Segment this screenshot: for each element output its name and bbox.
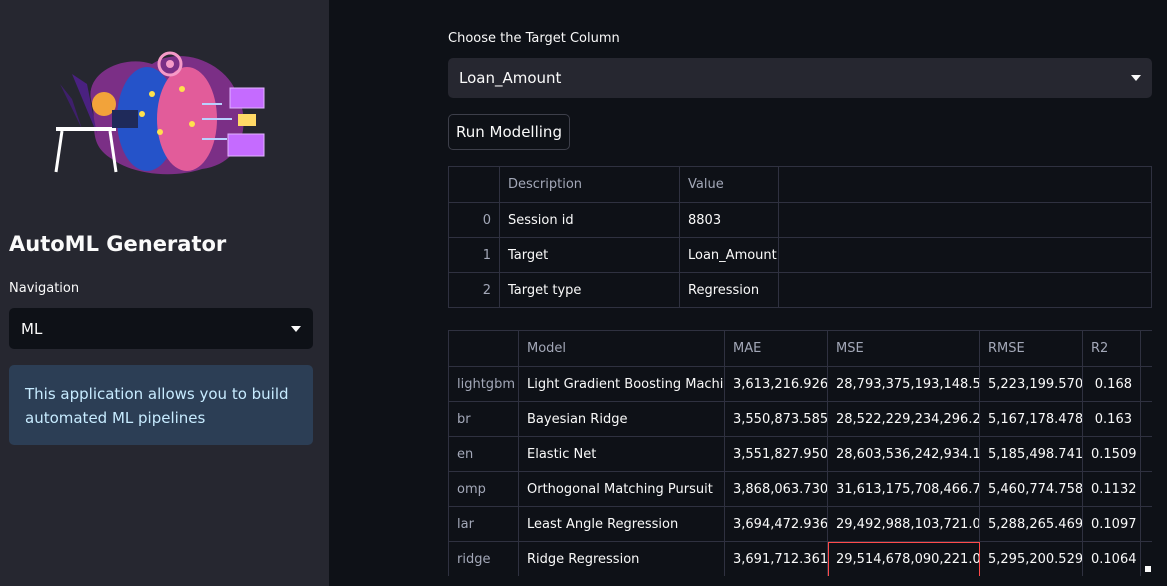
table-cell[interactable]: Least Angle Regression (518, 506, 725, 542)
info-box: This application allows you to build aut… (9, 365, 313, 445)
table-cell[interactable]: 5,167,178.4781 (979, 401, 1083, 437)
table-cell[interactable]: 5,295,200.5298 (979, 541, 1083, 576)
table-cell[interactable]: 5,460,774.7582 (979, 471, 1083, 507)
row-index: 1 (448, 237, 500, 273)
table-cell[interactable]: 0.1509 (1082, 436, 1141, 472)
table-row[interactable]: 0 Session id 8803 (448, 202, 1152, 238)
table-cell[interactable]: 28,522,229,234,296.27 (827, 401, 980, 437)
row-index: 0 (448, 202, 500, 238)
table-cell[interactable]: Ridge Regression (518, 541, 725, 576)
table-cell[interactable]: Light Gradient Boosting Machine (518, 366, 725, 402)
table-cell[interactable]: 5,223,199.5701 (979, 366, 1083, 402)
table-cell-overflow (1140, 366, 1152, 402)
target-column-label: Choose the Target Column (448, 31, 620, 46)
table-cell[interactable]: 0.163 (1082, 401, 1141, 437)
navigation-select-value: ML (21, 319, 43, 338)
row-index: ridge (448, 541, 519, 576)
table-cell[interactable]: Target type (499, 272, 680, 308)
table-row[interactable]: lar Least Angle Regression 3,694,472.936… (448, 506, 1152, 542)
table-cell[interactable]: 3,691,712.3618 (724, 541, 828, 576)
table-cell[interactable]: Elastic Net (518, 436, 725, 472)
table-cell[interactable]: 28,603,536,242,934.117 (827, 436, 980, 472)
column-header[interactable]: RMSE (979, 330, 1083, 367)
models-comparison-table-container[interactable]: Model MAE MSE RMSE R2 lightgbm Light Gra… (448, 330, 1152, 576)
table-row[interactable]: 1 Target Loan_Amount (448, 237, 1152, 273)
table-cell-filler (778, 272, 1152, 308)
table-row[interactable]: ridge Ridge Regression 3,691,712.3618 29… (448, 541, 1152, 576)
table-cell-overflow (1140, 436, 1152, 472)
row-index: omp (448, 471, 519, 507)
row-index: 2 (448, 272, 500, 308)
table-cell[interactable]: 0.168 (1082, 366, 1141, 402)
table-cell[interactable]: Target (499, 237, 680, 273)
table-cell[interactable]: 0.1132 (1082, 471, 1141, 507)
table-row[interactable]: omp Orthogonal Matching Pursuit 3,868,06… (448, 471, 1152, 507)
target-column-select[interactable]: Loan_Amount (448, 58, 1152, 98)
column-header[interactable]: R2 (1082, 330, 1141, 367)
table-cell-overflow (1140, 401, 1152, 437)
navigation-select[interactable]: ML (9, 308, 313, 349)
table-cell[interactable]: 3,550,873.5852 (724, 401, 828, 437)
table-cell[interactable]: 5,185,498.7417 (979, 436, 1083, 472)
table-cell-overflow (1140, 471, 1152, 507)
column-header[interactable] (448, 330, 519, 367)
chevron-down-icon (1131, 75, 1141, 81)
navigation-label: Navigation (9, 281, 80, 296)
column-header[interactable]: MAE (724, 330, 828, 367)
table-cell[interactable]: Bayesian Ridge (518, 401, 725, 437)
row-index: en (448, 436, 519, 472)
table-cell[interactable]: 5,288,265.469 (979, 506, 1083, 542)
table-resize-handle[interactable] (1145, 566, 1151, 572)
table-cell[interactable]: 3,551,827.9504 (724, 436, 828, 472)
table-cell[interactable]: 0.1097 (1082, 506, 1141, 542)
table-row[interactable]: en Elastic Net 3,551,827.9504 28,603,536… (448, 436, 1152, 472)
table-cell[interactable]: 3,613,216.9269 (724, 366, 828, 402)
table-cell-filler (778, 202, 1152, 238)
table-cell[interactable]: 31,613,175,708,466.7 (827, 471, 980, 507)
table-row[interactable]: br Bayesian Ridge 3,550,873.5852 28,522,… (448, 401, 1152, 437)
selected-table-cell[interactable]: 29,514,678,090,221.074 (827, 541, 980, 576)
column-header-overflow (1140, 330, 1152, 367)
table-cell[interactable]: Loan_Amount (679, 237, 779, 273)
column-header[interactable]: Value (679, 166, 779, 203)
column-header[interactable]: Model (518, 330, 725, 367)
row-index: br (448, 401, 519, 437)
table-cell-overflow (1140, 506, 1152, 542)
automl-illustration-logo (54, 51, 265, 175)
table-cell-filler (778, 237, 1152, 273)
run-modelling-button[interactable]: Run Modelling (448, 114, 570, 150)
column-header-filler (778, 166, 1152, 203)
table-cell[interactable]: Session id (499, 202, 680, 238)
table-row[interactable]: lightgbm Light Gradient Boosting Machine… (448, 366, 1152, 402)
sidebar: AutoML Generator Navigation ML This appl… (0, 0, 329, 586)
table-cell[interactable]: 28,793,375,193,148.508 (827, 366, 980, 402)
table-header-row: Description Value (448, 166, 1152, 203)
row-index: lar (448, 506, 519, 542)
table-header-row: Model MAE MSE RMSE R2 (448, 330, 1152, 367)
column-header[interactable]: MSE (827, 330, 980, 367)
app-title: AutoML Generator (9, 232, 227, 256)
setup-info-table[interactable]: Description Value 0 Session id 8803 1 Ta… (448, 166, 1152, 308)
column-header[interactable]: Description (499, 166, 680, 203)
table-cell[interactable]: 0.1064 (1082, 541, 1141, 576)
chevron-down-icon (291, 325, 301, 332)
table-cell[interactable]: 3,694,472.9364 (724, 506, 828, 542)
main-content: Choose the Target Column Loan_Amount Run… (329, 0, 1167, 586)
target-column-value: Loan_Amount (459, 69, 562, 87)
row-index: lightgbm (448, 366, 519, 402)
table-cell[interactable]: Orthogonal Matching Pursuit (518, 471, 725, 507)
table-cell[interactable]: 29,492,988,103,721.082 (827, 506, 980, 542)
table-row[interactable]: 2 Target type Regression (448, 272, 1152, 308)
table-cell[interactable]: Regression (679, 272, 779, 308)
table-cell[interactable]: 8803 (679, 202, 779, 238)
column-header[interactable] (448, 166, 500, 203)
models-comparison-table[interactable]: Model MAE MSE RMSE R2 lightgbm Light Gra… (448, 330, 1152, 576)
table-cell[interactable]: 3,868,063.7305 (724, 471, 828, 507)
